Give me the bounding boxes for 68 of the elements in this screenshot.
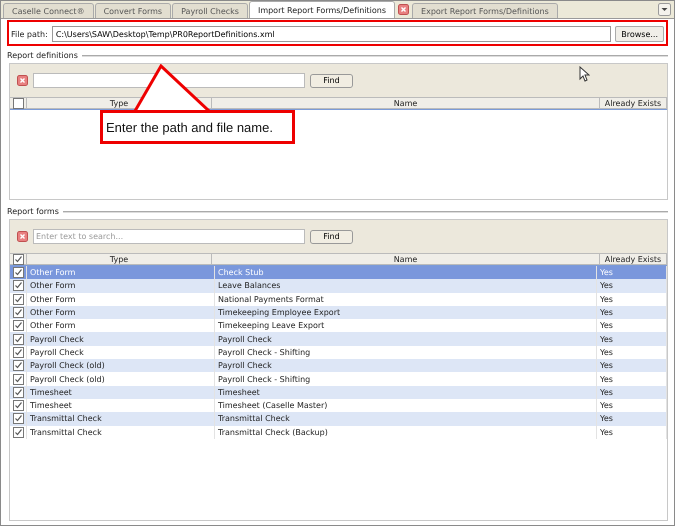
table-cell: Yes bbox=[597, 412, 667, 426]
tab[interactable]: Convert Forms bbox=[94, 3, 172, 18]
table-row[interactable]: Other Form Leave Balances Yes bbox=[10, 279, 667, 293]
checkbox[interactable] bbox=[12, 386, 24, 398]
clear-icon[interactable] bbox=[17, 75, 28, 86]
cursor-icon bbox=[579, 66, 590, 82]
table-row[interactable]: Payroll Check Payroll Check Yes bbox=[10, 332, 667, 346]
table-cell: Transmittal Check bbox=[27, 412, 215, 426]
checkbox[interactable] bbox=[12, 320, 24, 332]
checkbox[interactable] bbox=[12, 413, 24, 424]
tab[interactable]: Payroll Checks bbox=[172, 3, 248, 18]
clear-icon[interactable] bbox=[17, 231, 28, 242]
dropdown-icon[interactable] bbox=[658, 3, 671, 16]
find-button[interactable]: Find bbox=[310, 230, 353, 244]
checkbox[interactable] bbox=[12, 346, 24, 358]
find-button[interactable]: Find bbox=[310, 74, 353, 88]
checkbox[interactable] bbox=[12, 294, 24, 305]
checkbox[interactable] bbox=[12, 360, 24, 372]
table-cell: Payroll Check bbox=[215, 332, 597, 346]
checkbox[interactable] bbox=[12, 280, 24, 292]
search-field[interactable] bbox=[33, 73, 305, 88]
search-field[interactable]: Enter text to search... bbox=[33, 229, 305, 244]
table-cell: Yes bbox=[597, 359, 667, 372]
table-row[interactable]: Payroll Check (old) Payroll Check Yes bbox=[10, 359, 667, 372]
tab[interactable]: Caselle Connect® bbox=[3, 3, 94, 18]
table-cell: Leave Balances bbox=[215, 279, 597, 293]
checkbox[interactable] bbox=[12, 307, 24, 318]
table-cell: Timekeeping Employee Export bbox=[215, 306, 597, 320]
table-row[interactable]: Transmittal Check Transmittal Check (Backup) Yes bbox=[10, 426, 667, 439]
table-cell: Timesheet bbox=[215, 386, 597, 399]
table-cell: Other Form bbox=[27, 279, 215, 293]
table-cell: Yes bbox=[597, 426, 667, 439]
table-cell: Transmittal Check (Backup) bbox=[215, 426, 597, 439]
checkbox[interactable] bbox=[12, 98, 24, 108]
column-header[interactable]: Already Exists bbox=[600, 97, 667, 109]
tab[interactable]: Import Report Forms/Definitions bbox=[248, 1, 396, 18]
table-cell: Timesheet bbox=[27, 386, 215, 399]
section-title: Report forms bbox=[7, 207, 59, 216]
checkbox[interactable] bbox=[12, 267, 24, 278]
callout: Enter the path and file name. bbox=[100, 110, 295, 144]
table-row[interactable]: Transmittal Check Transmittal Check Yes bbox=[10, 412, 667, 426]
table-cell: Payroll Check bbox=[215, 359, 597, 372]
field-label: File path: bbox=[11, 30, 48, 38]
table-cell: Payroll Check (old) bbox=[27, 359, 215, 372]
table-cell: Transmittal Check bbox=[215, 412, 597, 426]
table-row[interactable]: Timesheet Timesheet Yes bbox=[10, 386, 667, 399]
table-row[interactable]: Other Form Timekeeping Employee Export Yes bbox=[10, 306, 667, 320]
column-header[interactable]: Already Exists bbox=[600, 253, 667, 265]
close-icon[interactable] bbox=[398, 4, 410, 15]
browse-button[interactable]: Browse... bbox=[615, 26, 664, 42]
checkbox[interactable] bbox=[12, 400, 24, 412]
checkbox[interactable] bbox=[12, 254, 24, 264]
tab[interactable]: Export Report Forms/Definitions bbox=[412, 3, 558, 18]
table-cell: Yes bbox=[597, 386, 667, 399]
table-cell: Yes bbox=[597, 332, 667, 346]
checkbox[interactable] bbox=[12, 374, 24, 385]
table-cell: Yes bbox=[597, 306, 667, 320]
table-cell: Payroll Check bbox=[27, 332, 215, 346]
column-header[interactable]: Type bbox=[27, 253, 212, 265]
checkbox[interactable] bbox=[12, 426, 24, 438]
table-cell: Yes bbox=[597, 279, 667, 293]
table-cell: Transmittal Check bbox=[27, 426, 215, 439]
checkbox[interactable] bbox=[12, 334, 24, 345]
file-path-field[interactable]: C:\Users\SAW\Desktop\Temp\PR0ReportDefinitions.xml bbox=[52, 26, 612, 42]
column-header[interactable]: Name bbox=[212, 97, 600, 109]
section-title: Report definitions bbox=[7, 51, 78, 60]
table-cell: Other Form bbox=[27, 306, 215, 320]
column-header[interactable]: Name bbox=[212, 253, 600, 265]
